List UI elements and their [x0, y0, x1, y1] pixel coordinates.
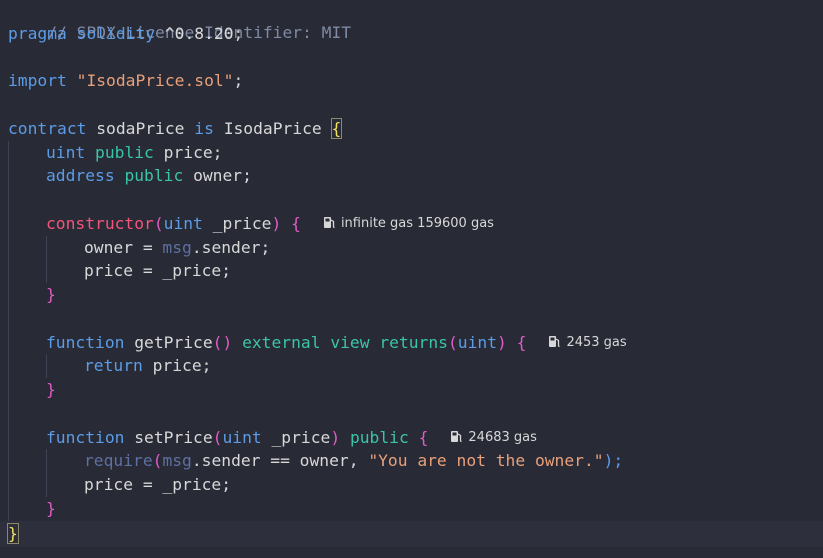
solidity-keyword: solidity — [76, 24, 156, 43]
msg-keyword: msg — [162, 451, 192, 470]
interface-name: IsodaPrice — [223, 119, 322, 138]
param-price: _price — [212, 214, 272, 233]
setprice-name: setPrice — [134, 428, 213, 447]
fuel-pump-icon — [451, 431, 462, 443]
public-keyword: public — [349, 428, 409, 447]
code-line-17: } — [8, 378, 56, 402]
pragma-version: ^0.8.20; — [164, 24, 244, 43]
function-keyword: function — [46, 428, 125, 447]
constructor-close-brace: } — [46, 285, 56, 304]
code-line-20: require(msg.sender == owner, "You are no… — [8, 449, 624, 473]
require-message: "You are not the owner." — [368, 451, 604, 470]
code-line-15: function getPrice() external view return… — [8, 331, 627, 355]
empty-parens: () — [212, 333, 233, 352]
paren-close: ) — [330, 428, 341, 447]
fuel-pump-icon — [549, 336, 561, 348]
fuel-pump-icon — [323, 217, 335, 229]
require-keyword: require — [84, 451, 153, 470]
paren-open: ( — [153, 214, 164, 233]
code-line-8: address public owner; — [8, 164, 252, 188]
pragma-keyword: pragma — [8, 24, 67, 43]
code-line-1: // SPDX-License-Identifier: MIT — [8, 0, 351, 42]
import-keyword: import — [8, 71, 67, 90]
gas-hint-setprice: 24683 gas — [450, 427, 537, 449]
require-end: ); — [603, 451, 624, 470]
is-keyword: is — [194, 119, 214, 138]
code-line-13: } — [8, 283, 56, 307]
code-line-21: price = _price; — [8, 473, 232, 497]
getprice-close-brace: } — [46, 380, 56, 399]
uint-keyword: uint — [46, 143, 86, 162]
code-line-12: price = _price; — [8, 259, 232, 283]
getprice-open-brace: { — [516, 333, 527, 352]
code-line-10: constructor(uint _price) { infinite gas 1… — [8, 212, 494, 236]
msg-keyword: msg — [162, 238, 192, 257]
code-line-7: uint public price; — [8, 141, 223, 165]
import-path: "IsodaPrice.sol" — [76, 71, 234, 90]
paren-close: ) — [271, 214, 282, 233]
price-assign: price = _price; — [84, 475, 232, 494]
uint-keyword: uint — [163, 214, 203, 233]
code-line-6: contract sodaPrice is IsodaPrice { — [8, 118, 343, 140]
view-keyword: view — [330, 333, 370, 352]
code-line-16: return price; — [8, 354, 212, 378]
paren-open: ( — [447, 333, 458, 352]
sender-statement: .sender; — [191, 238, 271, 257]
gas-hint-getprice-text: 2453 gas — [566, 335, 627, 350]
price-declaration: price; — [163, 143, 223, 162]
owner-assign: owner = — [84, 238, 163, 257]
gas-hint-getprice: 2453 gas — [548, 332, 627, 354]
uint-keyword: uint — [457, 333, 497, 352]
code-editor[interactable]: // SPDX-License-Identifier: MIT pragma s… — [0, 0, 823, 558]
contract-keyword: contract — [8, 119, 87, 138]
contract-open-brace: { — [330, 118, 343, 139]
code-line-4: import "IsodaPrice.sol"; — [8, 70, 243, 92]
param-price: _price — [271, 428, 331, 447]
address-keyword: address — [46, 166, 115, 185]
return-statement: price; — [152, 356, 212, 375]
public-keyword: public — [95, 143, 154, 162]
constructor-open-brace: { — [291, 214, 301, 233]
sender-comparison: .sender == owner, — [191, 451, 369, 470]
returns-keyword: returns — [379, 333, 448, 352]
paren-open: ( — [212, 428, 223, 447]
code-line-22: } — [8, 497, 56, 521]
public-keyword: public — [124, 166, 184, 185]
gas-hint-constructor: infinite gas 159600 gas — [323, 213, 494, 235]
code-line-18 — [8, 402, 46, 426]
gas-hint-setprice-text: 24683 gas — [468, 430, 537, 445]
constructor-keyword: constructor — [46, 214, 154, 233]
code-line-23: } — [7, 523, 19, 545]
return-keyword: return — [84, 356, 143, 375]
price-assign: price = _price; — [84, 261, 232, 280]
setprice-close-brace: } — [46, 499, 56, 518]
current-line-highlight — [0, 521, 823, 547]
function-keyword: function — [46, 333, 125, 352]
getprice-name: getPrice — [134, 333, 213, 352]
code-line-2: pragma solidity ^0.8.20; — [8, 23, 243, 45]
paren-open: ( — [152, 451, 163, 470]
owner-declaration: owner; — [193, 166, 252, 185]
external-keyword: external — [242, 333, 321, 352]
import-semicolon: ; — [233, 71, 244, 90]
gas-hint-constructor-text: infinite gas 159600 gas — [340, 216, 494, 231]
contract-name: sodaPrice — [96, 119, 185, 138]
uint-keyword: uint — [222, 428, 262, 447]
setprice-open-brace: { — [418, 428, 429, 447]
code-line-14 — [8, 307, 46, 331]
paren-close: ) — [497, 333, 507, 352]
code-line-9 — [8, 188, 46, 212]
code-line-11: owner = msg.sender; — [8, 236, 271, 260]
code-line-19: function setPrice(uint _price) public {2… — [8, 426, 537, 450]
contract-close-brace: } — [7, 523, 19, 544]
